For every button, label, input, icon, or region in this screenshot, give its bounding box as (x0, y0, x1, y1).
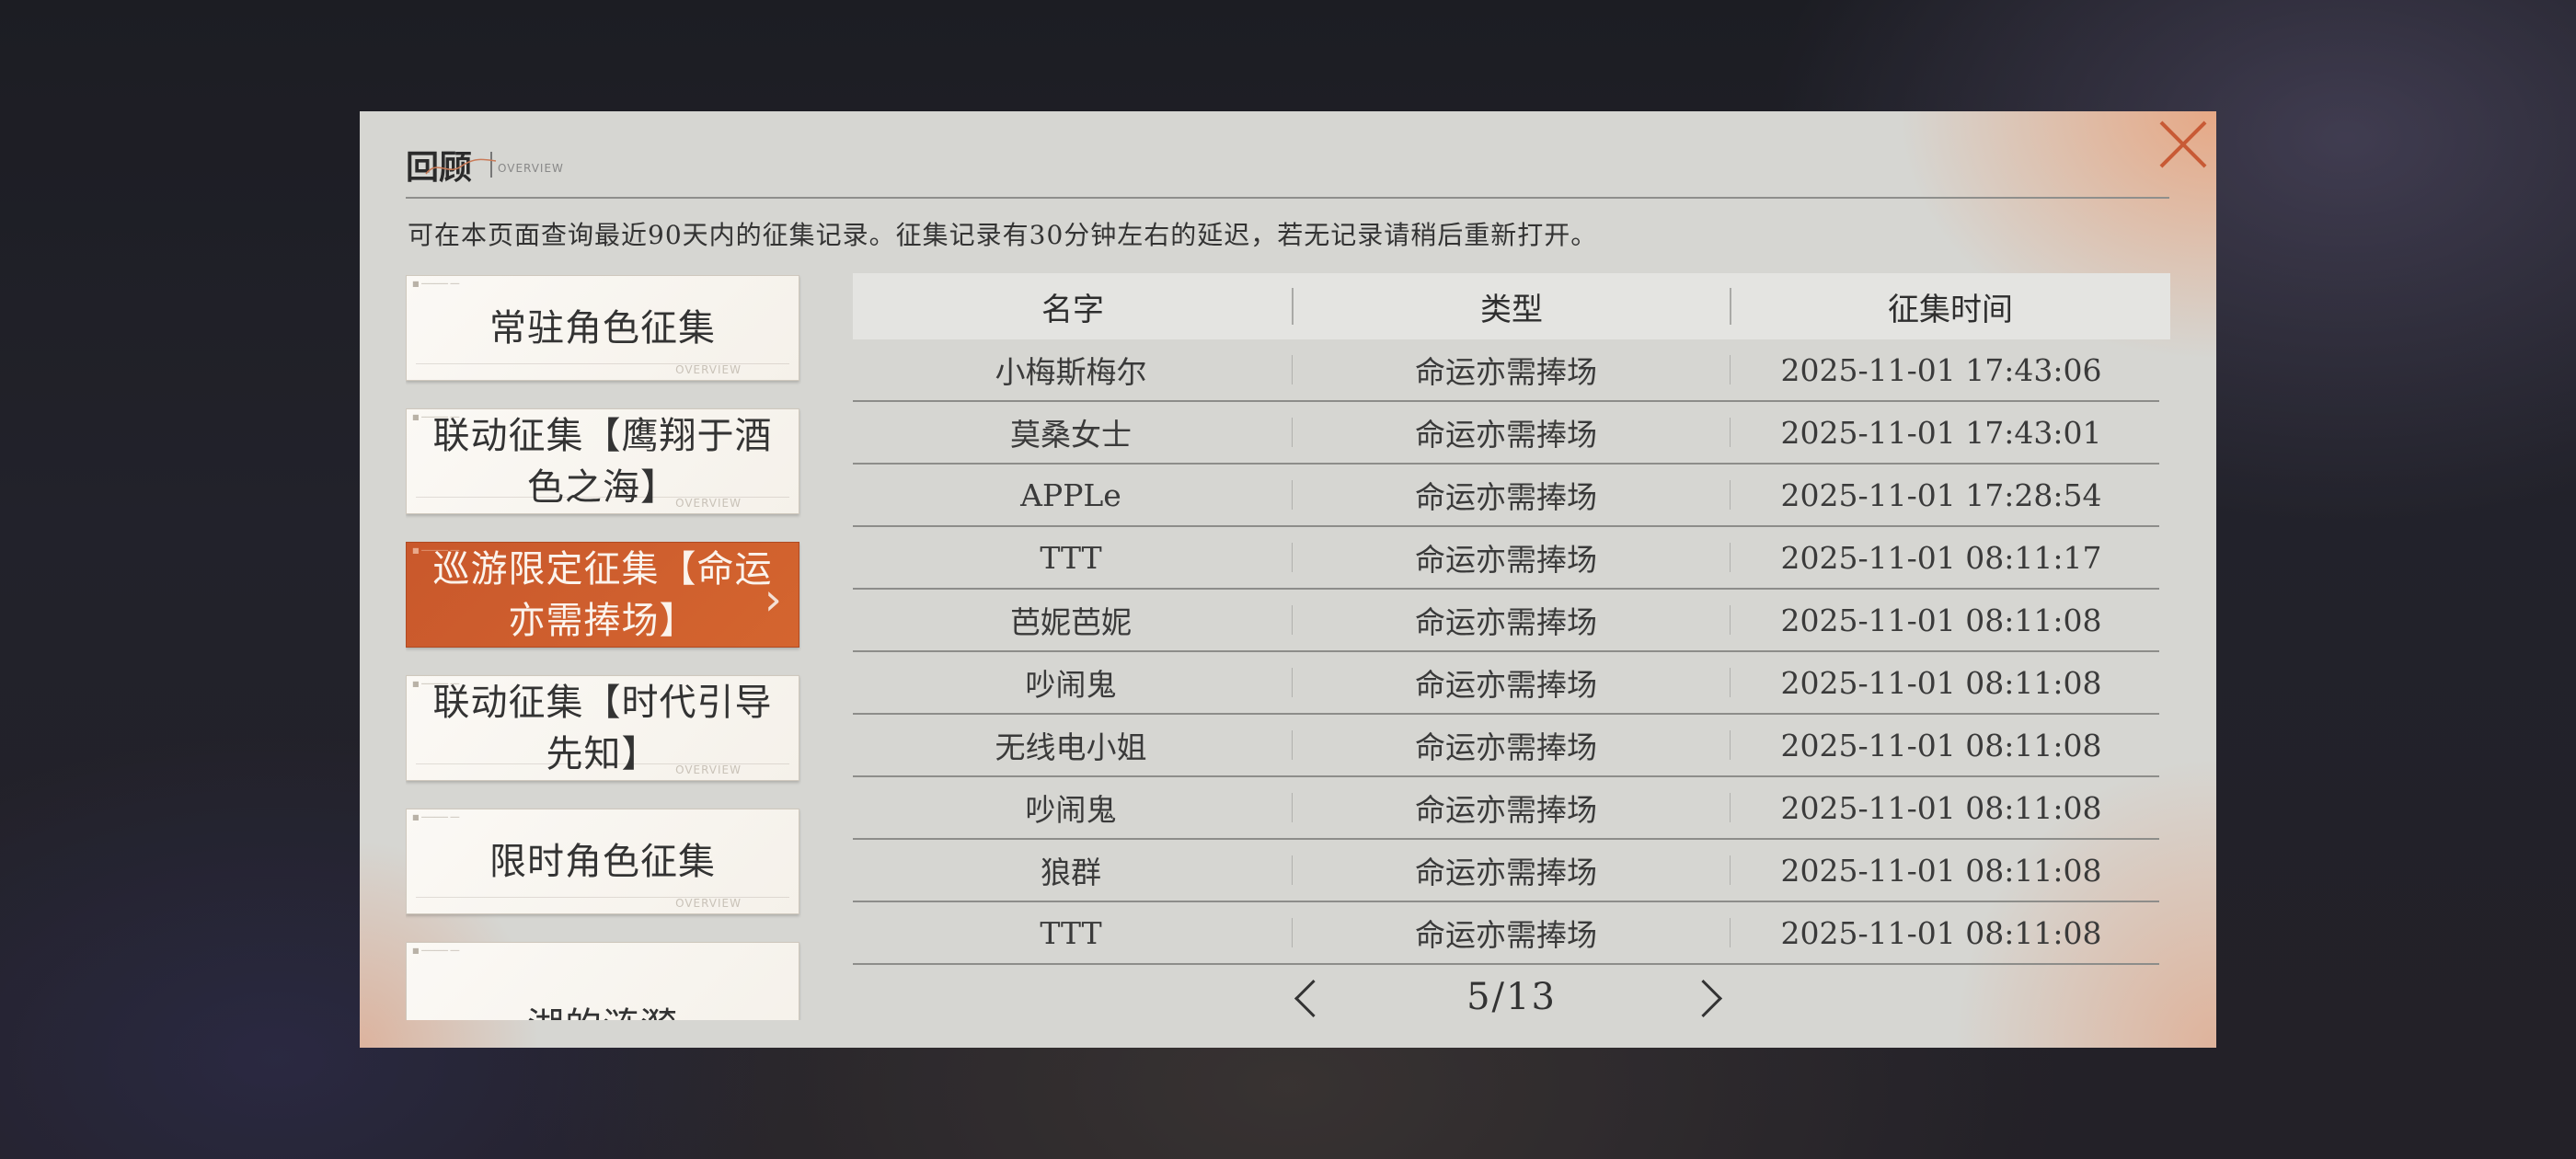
column-divider (1730, 668, 1731, 697)
header-rule (406, 197, 2054, 199)
cell-time: 2025-11-01 08:11:08 (1780, 914, 2102, 951)
column-divider (1292, 668, 1293, 697)
header-rule-segment (1950, 197, 2007, 199)
cell-type: 命运亦需捧场 (1415, 354, 1597, 390)
table-row: 莫桑女士 命运亦需捧场 2025-11-01 17:43:01 (853, 402, 2159, 465)
cell-name: 芭妮芭妮 (1010, 604, 1132, 640)
column-divider (1292, 730, 1293, 760)
table-header: 名字 类型 征集时间 (853, 273, 2170, 339)
table-body: 小梅斯梅尔 命运亦需捧场 2025-11-01 17:43:06 莫桑女士 命运亦需捧场… (853, 339, 2170, 965)
cell-type: 命运亦需捧场 (1415, 479, 1597, 515)
banner-item[interactable]: ■ ────── ── 常驻角色征集 OVERVIEW (406, 275, 799, 381)
table-row: 芭妮芭妮 命运亦需捧场 2025-11-01 08:11:08 (853, 590, 2159, 652)
banner-item[interactable]: ■ ────── ── 限时角色征集 OVERVIEW (406, 809, 799, 914)
cell-type: 命运亦需捧场 (1415, 604, 1597, 640)
cell-time: 2025-11-01 08:11:08 (1780, 789, 2102, 826)
notice-text: 可在本页面查询最近90天内的征集记录。征集记录有30分钟左右的延迟，若无记录请稍… (408, 220, 1598, 250)
cell-name: 无线电小姐 (995, 729, 1147, 765)
column-divider (1730, 730, 1731, 760)
cell-name: 莫桑女士 (1010, 417, 1132, 453)
column-divider (1730, 480, 1731, 510)
column-divider (1730, 855, 1731, 885)
cell-name: APPLe (1020, 476, 1121, 513)
banner-item[interactable]: ■ ────── ── 联动征集【鹰翔于酒色之海】 OVERVIEW (406, 408, 799, 514)
chevron-right-icon[interactable] (1690, 974, 1727, 1020)
cell-type: 命运亦需捧场 (1415, 542, 1597, 578)
table-row: 吵闹鬼 命运亦需捧场 2025-11-01 08:11:08 (853, 777, 2159, 840)
page-indicator: 5/13 (1466, 976, 1557, 1018)
page-subtitle: OVERVIEW (498, 162, 564, 175)
cell-name: TTT (1040, 539, 1102, 576)
cell-type: 命运亦需捧场 (1415, 917, 1597, 953)
item-subtitle: OVERVIEW (675, 897, 742, 910)
banner-item-label: 限时角色征集 (489, 840, 716, 883)
column-divider (1292, 288, 1294, 325)
cell-type: 命运亦需捧场 (1415, 417, 1597, 453)
column-divider (1292, 418, 1293, 447)
column-divider (1730, 605, 1731, 635)
cell-time: 2025-11-01 17:43:01 (1780, 414, 2102, 451)
table-row: 小梅斯梅尔 命运亦需捧场 2025-11-01 17:43:06 (853, 339, 2159, 402)
banner-item-label: 常驻角色征集 (489, 306, 716, 350)
pagination: 5/13 (853, 967, 2170, 1031)
banner-item[interactable]: ■ ────── ── 联动征集【时代引导先知】 OVERVIEW (406, 675, 799, 781)
banner-item-label: 联动征集【鹰翔于酒色之海】 (432, 414, 773, 509)
column-divider (1292, 480, 1293, 510)
column-divider (1730, 288, 1731, 325)
cell-type: 命运亦需捧场 (1415, 729, 1597, 765)
cell-type: 命运亦需捧场 (1415, 667, 1597, 703)
table-row: 吵闹鬼 命运亦需捧场 2025-11-01 08:11:08 (853, 652, 2159, 715)
header-rule-segment (2020, 197, 2169, 199)
item-subtitle: OVERVIEW (675, 363, 742, 376)
cell-type: 命运亦需捧场 (1415, 855, 1597, 890)
close-icon[interactable] (2156, 117, 2211, 172)
column-divider (1730, 355, 1731, 384)
item-decoration: ■ ────── ── (412, 280, 460, 288)
column-divider (1292, 355, 1293, 384)
table-row: APPLe 命运亦需捧场 2025-11-01 17:28:54 (853, 465, 2159, 527)
column-header-name: 名字 (1041, 291, 1104, 328)
column-divider (1292, 793, 1293, 822)
cell-time: 2025-11-01 08:11:08 (1780, 852, 2102, 889)
swoosh-decoration (425, 158, 497, 175)
cell-time: 2025-11-01 08:11:08 (1780, 727, 2102, 763)
cell-type: 命运亦需捧场 (1415, 792, 1597, 828)
cell-time: 2025-11-01 08:11:17 (1780, 539, 2102, 576)
banner-item[interactable]: ■ ────── ── 湖的涟漪 (406, 942, 799, 1020)
banner-item-active[interactable]: ■ ────── ── 巡游限定征集【命运亦需捧场】 › (406, 542, 799, 648)
cell-time: 2025-11-01 08:11:08 (1780, 664, 2102, 701)
banner-item-label: 联动征集【时代引导先知】 (432, 681, 773, 775)
cell-time: 2025-11-01 17:43:06 (1780, 351, 2102, 388)
column-divider (1730, 793, 1731, 822)
records-table: 名字 类型 征集时间 小梅斯梅尔 命运亦需捧场 2025-11-01 17:43:0… (853, 273, 2170, 965)
cell-time: 2025-11-01 08:11:08 (1780, 602, 2102, 638)
cell-name: 小梅斯梅尔 (995, 354, 1147, 390)
column-divider (1292, 605, 1293, 635)
history-panel: 回顾 OVERVIEW 可在本页面查询最近90天内的征集记录。征集记录有30分钟… (360, 111, 2216, 1048)
table-row: 狼群 命运亦需捧场 2025-11-01 08:11:08 (853, 840, 2159, 902)
banner-item-label: 巡游限定征集【命运亦需捧场】 (432, 547, 773, 642)
cell-time: 2025-11-01 17:28:54 (1780, 476, 2102, 513)
item-decoration: ■ ────── ── (412, 813, 460, 821)
column-divider (1730, 418, 1731, 447)
cell-name: 吵闹鬼 (1025, 667, 1117, 703)
column-divider (1730, 543, 1731, 572)
column-divider (1730, 918, 1731, 947)
item-decoration: ■ ────── ── (412, 947, 460, 955)
table-row: TTT 命运亦需捧场 2025-11-01 08:11:17 (853, 527, 2159, 590)
banner-item-label: 湖的涟漪 (514, 1001, 691, 1020)
column-header-time: 征集时间 (1888, 291, 2013, 328)
column-divider (1292, 543, 1293, 572)
cell-name: 吵闹鬼 (1025, 792, 1117, 828)
banner-list[interactable]: ■ ────── ── 常驻角色征集 OVERVIEW ■ ────── ── … (406, 275, 801, 1020)
cell-name: 狼群 (1041, 855, 1101, 890)
column-divider (1292, 855, 1293, 885)
column-divider (1292, 918, 1293, 947)
table-row: TTT 命运亦需捧场 2025-11-01 08:11:08 (853, 902, 2159, 965)
cell-name: TTT (1040, 914, 1102, 951)
column-header-type: 类型 (1480, 291, 1543, 328)
table-row: 无线电小姐 命运亦需捧场 2025-11-01 08:11:08 (853, 715, 2159, 777)
